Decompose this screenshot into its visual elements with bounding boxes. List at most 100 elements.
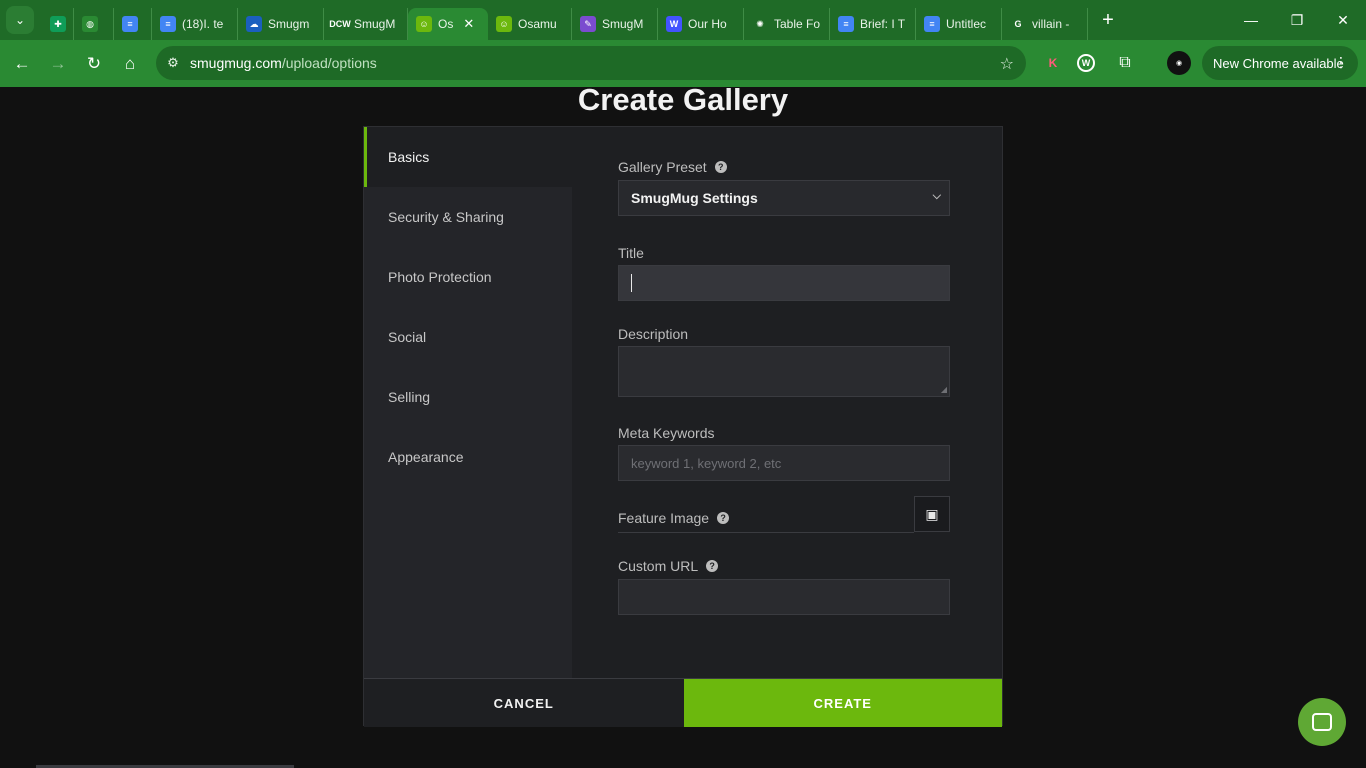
browser-tab[interactable]: ☺ Osamu bbox=[488, 8, 572, 40]
reload-icon[interactable]: ↻ bbox=[76, 46, 112, 82]
new-tab-plus-icon[interactable]: + bbox=[1094, 6, 1122, 34]
browser-tab[interactable]: ≡ (18)I. te bbox=[152, 8, 238, 40]
url-text: smugmug.com/upload/options bbox=[190, 55, 377, 71]
docs-icon: ≡ bbox=[122, 16, 138, 32]
gallery-preset-label: Gallery Preset ? bbox=[618, 159, 727, 175]
description-label: Description bbox=[618, 326, 689, 342]
gallery-preset-label-text: Gallery Preset bbox=[618, 159, 707, 175]
sidebar-item-selling[interactable]: Selling bbox=[364, 367, 572, 427]
title-input[interactable] bbox=[618, 265, 950, 301]
browser-tab[interactable]: ✎ SmugM bbox=[572, 8, 658, 40]
custom-url-label: Custom URL ? bbox=[618, 558, 719, 574]
docs-icon: ≡ bbox=[160, 16, 176, 32]
cancel-button[interactable]: CANCEL bbox=[364, 679, 684, 727]
address-bar[interactable]: ⚙ smugmug.com/upload/options ☆ bbox=[156, 46, 1026, 80]
feather-icon: ✎ bbox=[580, 16, 596, 32]
image-picker-button[interactable]: ▣ bbox=[914, 496, 950, 532]
browser-tab-label: SmugM bbox=[354, 17, 396, 31]
help-icon[interactable]: ? bbox=[717, 512, 730, 524]
sheets-icon: ✚ bbox=[50, 16, 66, 32]
smugmug-icon: ☺ bbox=[416, 16, 432, 32]
close-window-icon[interactable]: ✕ bbox=[1320, 0, 1366, 40]
browser-tab-label: Smugm bbox=[268, 17, 310, 31]
sidebar-item-basics[interactable]: Basics bbox=[364, 127, 572, 187]
tab-strip: ✚ ◍ ≡ ≡ (18)I. te ☁ Smugm DCW SmugM ☺ Os ✕ ☺ Osamu ✎ Sm… bbox=[42, 0, 1088, 40]
extensions-puzzle-icon[interactable]: ⧉ bbox=[1113, 51, 1137, 75]
minimize-icon[interactable]: — bbox=[1228, 0, 1274, 40]
webflow-icon: W bbox=[666, 16, 682, 32]
home-icon[interactable]: ⌂ bbox=[112, 46, 148, 82]
browser-tab[interactable]: ✚ bbox=[42, 8, 74, 40]
browser-tab-label: Our Ho bbox=[688, 17, 727, 31]
browser-tab-label: Osamu bbox=[518, 17, 557, 31]
create-gallery-dialog: Basics Security & Sharing Photo Protection… bbox=[363, 126, 1003, 727]
chrome-update-label: New Chrome available bbox=[1213, 55, 1344, 71]
site-settings-icon[interactable]: ⚙ bbox=[156, 55, 190, 71]
close-tab-icon[interactable]: ✕ bbox=[463, 16, 474, 32]
sidebar-item-security-sharing[interactable]: Security & Sharing bbox=[364, 187, 572, 247]
title-label: Title bbox=[618, 245, 644, 261]
page-title: Create Gallery bbox=[577, 82, 789, 117]
google-icon: G bbox=[1014, 19, 1022, 29]
sidebar-item-photo-protection[interactable]: Photo Protection bbox=[364, 247, 572, 307]
bookmark-star-icon[interactable]: ☆ bbox=[1000, 54, 1014, 74]
extension-w-icon[interactable]: W bbox=[1077, 54, 1095, 72]
cloud-icon: ☁ bbox=[246, 16, 262, 32]
gallery-preset-select[interactable]: SmugMug Settings ⌵ bbox=[618, 180, 950, 216]
gallery-preset-value: SmugMug Settings bbox=[631, 190, 758, 206]
chevron-down-icon: ⌵ bbox=[932, 190, 941, 202]
browser-tab-label: Brief: I T bbox=[860, 17, 906, 31]
browser-tab[interactable]: ≡ Brief: I T bbox=[830, 8, 916, 40]
help-icon[interactable]: ? bbox=[714, 161, 727, 173]
browser-tab[interactable]: Gvillain - bbox=[1002, 8, 1088, 40]
smugmug-icon: ☺ bbox=[496, 16, 512, 32]
chrome-update-button[interactable]: New Chrome available ⋮ bbox=[1202, 46, 1358, 80]
meta-keywords-input[interactable]: keyword 1, keyword 2, etc bbox=[618, 445, 950, 481]
chat-bubble-icon bbox=[1312, 713, 1332, 731]
resize-grip-icon[interactable]: ◢ bbox=[941, 385, 947, 394]
settings-sidebar: Basics Security & Sharing Photo Protection… bbox=[364, 127, 572, 678]
back-arrow-icon[interactable]: ← bbox=[4, 46, 40, 82]
browser-toolbar: ← → ↻ ⌂ ⚙ smugmug.com/upload/options ☆ K… bbox=[0, 40, 1366, 87]
globe-icon: ◍ bbox=[82, 16, 98, 32]
custom-url-input[interactable] bbox=[618, 579, 950, 615]
docs-icon: ≡ bbox=[924, 16, 940, 32]
browser-tab[interactable]: ≡ bbox=[114, 8, 152, 40]
feature-image-label-text: Feature Image bbox=[618, 510, 710, 526]
browser-tab[interactable]: ≡ Untitlec bbox=[916, 8, 1002, 40]
browser-tab[interactable]: ☁ Smugm bbox=[238, 8, 324, 40]
profile-avatar[interactable]: ◉ bbox=[1167, 51, 1191, 75]
tab-search-chevron-icon[interactable]: ⌄ bbox=[6, 6, 34, 34]
browser-tab-label: (18)I. te bbox=[182, 17, 224, 31]
browser-tab[interactable]: ✺ Table Fo bbox=[744, 8, 830, 40]
openai-icon: ✺ bbox=[756, 18, 764, 29]
feature-image-divider bbox=[618, 532, 914, 533]
restore-icon[interactable]: ❐ bbox=[1274, 0, 1320, 40]
create-button[interactable]: CREATE bbox=[683, 679, 1002, 727]
browser-tab[interactable]: ☺ Os ✕ bbox=[408, 8, 488, 40]
browser-tab-label: villain - bbox=[1032, 17, 1070, 31]
support-chat-button[interactable] bbox=[1298, 698, 1346, 746]
browser-tab-label: Table Fo bbox=[774, 17, 821, 31]
menu-dots-icon[interactable]: ⋮ bbox=[1334, 54, 1348, 71]
window-controls: — ❐ ✕ bbox=[1228, 0, 1366, 40]
text-caret bbox=[631, 274, 632, 292]
dcw-icon: DCW bbox=[329, 19, 351, 29]
description-textarea[interactable]: ◢ bbox=[618, 346, 950, 397]
meta-keywords-label: Meta Keywords bbox=[618, 425, 715, 441]
docs-icon: ≡ bbox=[838, 16, 854, 32]
browser-tab-label: Untitlec bbox=[946, 17, 987, 31]
extension-k-icon[interactable]: K bbox=[1041, 51, 1065, 75]
image-icon: ▣ bbox=[925, 505, 939, 522]
browser-tab[interactable]: ◍ bbox=[74, 8, 114, 40]
custom-url-label-text: Custom URL bbox=[618, 558, 699, 574]
browser-tab[interactable]: W Our Ho bbox=[658, 8, 744, 40]
sidebar-item-social[interactable]: Social bbox=[364, 307, 572, 367]
forward-arrow-icon[interactable]: → bbox=[40, 46, 76, 82]
sidebar-item-appearance[interactable]: Appearance bbox=[364, 427, 572, 487]
help-icon[interactable]: ? bbox=[706, 560, 719, 572]
meta-keywords-placeholder: keyword 1, keyword 2, etc bbox=[631, 455, 782, 471]
browser-tab[interactable]: DCW SmugM bbox=[324, 8, 408, 40]
dialog-footer: CANCEL CREATE bbox=[364, 678, 1002, 727]
feature-image-label: Feature Image ? bbox=[618, 510, 730, 526]
